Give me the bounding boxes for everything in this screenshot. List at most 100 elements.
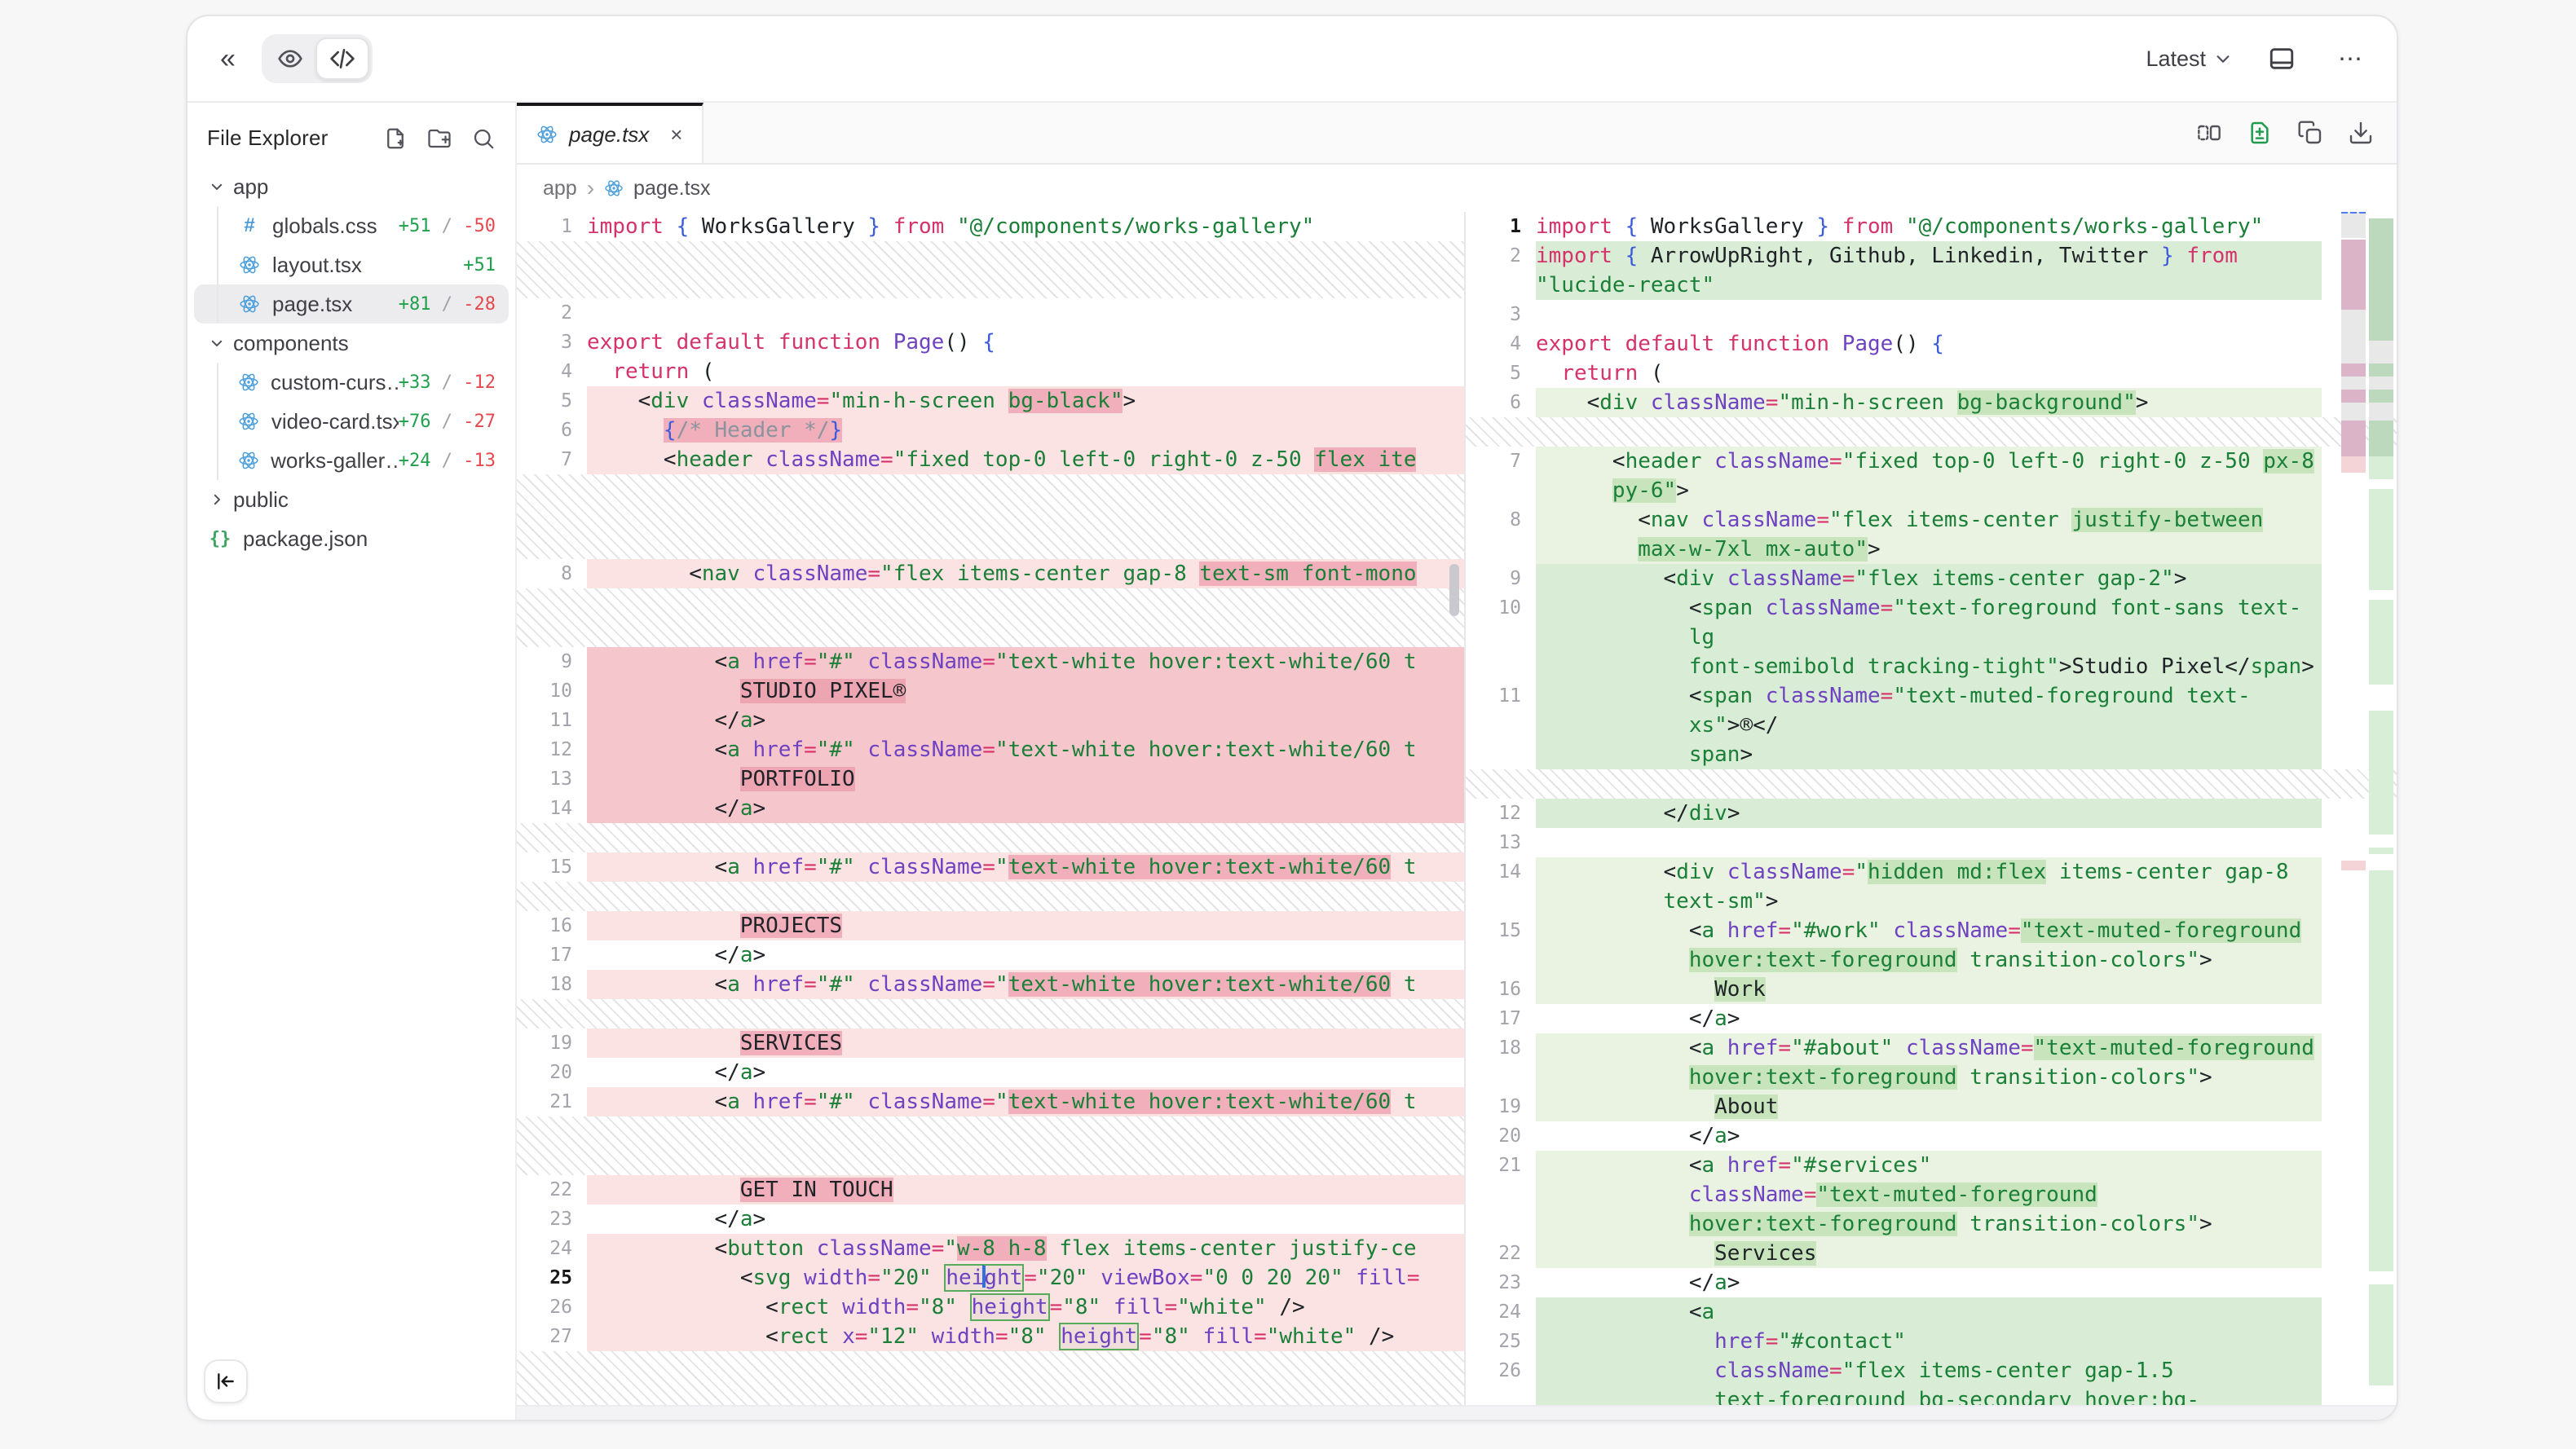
line-number: 17 (1466, 1004, 1536, 1033)
code-line-26: 26<rect width="8" height="8" fill="white… (517, 1293, 1464, 1322)
line-content: <div className="hidden md:flex items-cen… (1536, 857, 2322, 916)
new-folder-icon[interactable] (427, 126, 452, 151)
code-line-5: 5<div className="min-h-screen bg-black"> (517, 386, 1464, 416)
preview-toggle-button[interactable] (265, 39, 315, 78)
diff-stats: +24 / -13 (399, 451, 509, 471)
diff-view-icon[interactable] (2247, 120, 2273, 146)
top-toolbar: « Latest (187, 16, 2397, 103)
line-content: Work (1536, 975, 2322, 1004)
line-content: PROJECTS (587, 911, 1464, 940)
line-content: className="flex items-center gap-1.5 tex… (1536, 1356, 2322, 1405)
workspace-card: « Latest (186, 15, 2398, 1421)
diff-collapsed-region[interactable] (517, 241, 1464, 298)
horizontal-scrollbar-track[interactable] (517, 1405, 2397, 1420)
line-content: <div className="min-h-screen bg-backgrou… (1536, 388, 2322, 417)
line-content: <a href="#" className="text-white hover:… (587, 735, 1464, 764)
search-icon[interactable] (471, 126, 496, 151)
line-number: 4 (517, 357, 587, 386)
line-content: export default function Page() { (1536, 329, 2322, 359)
diff-collapsed-region[interactable] (517, 474, 1464, 559)
line-content: GET IN TOUCH (587, 1175, 1464, 1205)
diff-collapsed-region[interactable] (517, 823, 1464, 852)
diff-collapsed-region[interactable] (517, 1116, 1464, 1175)
close-tab-icon[interactable]: × (670, 122, 682, 148)
download-icon[interactable] (2348, 120, 2374, 146)
diff-collapsed-region[interactable] (1466, 769, 2397, 799)
split-view-icon[interactable] (2196, 120, 2222, 146)
diff-pane-new[interactable]: 1import { WorksGallery } from "@/compone… (1466, 212, 2397, 1405)
react-icon (236, 293, 262, 315)
panel-bottom-button[interactable] (2261, 38, 2302, 79)
code-line-9: 9<a href="#" className="text-white hover… (517, 647, 1464, 676)
code-line-11: 11<span className="text-muted-foreground… (1466, 681, 2397, 769)
line-number: 24 (1466, 1297, 1536, 1327)
line-number: 13 (1466, 828, 1536, 857)
diff-collapsed-region[interactable] (517, 588, 1464, 647)
folder-name: app (233, 174, 268, 200)
css-icon: # (236, 214, 262, 237)
collapse-sidebar-button[interactable] (204, 1359, 248, 1403)
breadcrumb-parent[interactable]: app (543, 177, 577, 200)
code-line-15: 15<a href="#work" className="text-muted-… (1466, 916, 2397, 975)
diff-collapsed-region[interactable] (517, 882, 1464, 911)
code-line-10: 10STUDIO PIXEL® (517, 676, 1464, 706)
line-number: 2 (517, 298, 587, 328)
version-dropdown[interactable]: Latest (2146, 46, 2232, 72)
file-tree-item-app[interactable]: app (194, 167, 509, 206)
file-tree-item-page.tsx[interactable]: page.tsx+81 / -28 (194, 284, 509, 324)
line-number: 24 (517, 1234, 587, 1263)
tab-page-tsx[interactable]: page.tsx × (517, 103, 704, 163)
diff-collapsed-region[interactable] (517, 999, 1464, 1028)
react-icon (604, 178, 624, 198)
line-content: </a> (1536, 1004, 2322, 1033)
file-tree-item-public[interactable]: public (194, 480, 509, 519)
diff-collapsed-region[interactable] (1466, 417, 2397, 447)
code-line-8: 8<nav className="flex items-center justi… (1466, 505, 2397, 564)
line-number: 7 (517, 445, 587, 474)
eye-icon (277, 46, 303, 72)
new-file-icon[interactable] (383, 126, 408, 151)
file-tree-item-layout.tsx[interactable]: layout.tsx+51 (194, 245, 509, 284)
tab-title: page.tsx (569, 122, 649, 148)
line-content: import { WorksGallery } from "@/componen… (587, 212, 1464, 241)
code-line-17: 17</a> (517, 940, 1464, 970)
line-content: <a (1536, 1297, 2322, 1327)
file-tree-item-components[interactable]: components (194, 324, 509, 363)
file-tree-item-video-card.tsx[interactable]: video-card.tsx+76 / -27 (194, 402, 509, 441)
minimap-add-column (2369, 212, 2393, 1405)
code-line-17: 17</a> (1466, 1004, 2397, 1033)
line-content: export default function Page() { (587, 328, 1464, 357)
file-tree-item-custom-curs-[interactable]: custom-curs…+33 / -12 (194, 363, 509, 402)
line-number: 16 (1466, 975, 1536, 1004)
scrollbar-thumb[interactable] (1449, 564, 1459, 616)
breadcrumb-file[interactable]: page.tsx (633, 177, 711, 200)
line-content: </a> (587, 1205, 1464, 1234)
line-number: 4 (1466, 329, 1536, 359)
chevron-down-icon (2214, 50, 2232, 68)
line-content: SERVICES (587, 1028, 1464, 1058)
line-number: 22 (1466, 1239, 1536, 1268)
line-number: 14 (517, 794, 587, 823)
more-options-button[interactable]: ⋯ (2331, 38, 2371, 80)
minimap-segment (2341, 377, 2366, 390)
minimap-segment (2341, 456, 2366, 473)
code-toggle-button[interactable] (315, 37, 369, 80)
minimap-segment (2341, 403, 2366, 421)
chevron-right-icon (207, 492, 227, 507)
minimap-segment (2369, 421, 2393, 456)
line-content: <nav className="flex items-center justif… (1536, 505, 2322, 564)
collapse-chat-button[interactable]: « (214, 38, 242, 79)
line-content: </a> (587, 706, 1464, 735)
minimap-segment (2341, 421, 2366, 456)
file-tree-item-package.json[interactable]: {}package.json (194, 519, 509, 558)
diff-collapsed-region[interactable] (517, 1351, 1464, 1405)
copy-icon[interactable] (2297, 120, 2323, 146)
chevron-down-icon (207, 336, 227, 350)
diff-pane-old[interactable]: 1import { WorksGallery } from "@/compone… (517, 212, 1466, 1405)
line-content: <div className="min-h-screen bg-black"> (587, 386, 1464, 416)
line-content: return ( (1536, 359, 2322, 388)
file-tree-item-works-galler-[interactable]: works-galler…+24 / -13 (194, 441, 509, 480)
diff-minimap[interactable] (2341, 212, 2393, 1405)
file-tree-item-globals.css[interactable]: #globals.css+51 / -50 (194, 206, 509, 245)
code-line-7: 7<header className="fixed top-0 left-0 r… (1466, 447, 2397, 505)
